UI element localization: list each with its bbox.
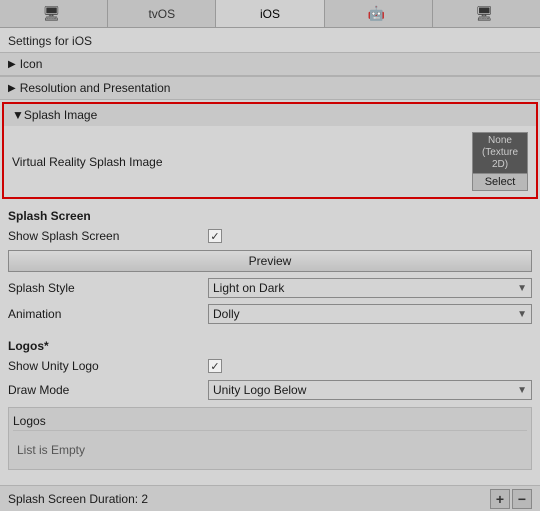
splash-style-dropdown[interactable]: Light on Dark ▼ [208, 278, 532, 298]
bottom-bar: Splash Screen Duration: 2 + − [0, 485, 540, 511]
splash-style-control: Light on Dark ▼ [208, 278, 532, 298]
preview-button[interactable]: Preview [8, 250, 532, 272]
tab-monitor[interactable]: 🖥 [0, 0, 108, 27]
logos-box: Logos List is Empty [8, 407, 532, 470]
animation-label: Animation [8, 307, 208, 321]
unity-checkmark: ✓ [210, 360, 219, 373]
icon-arrow: ▶ [8, 59, 16, 70]
section-resolution[interactable]: ▶ Resolution and Presentation [0, 76, 540, 100]
splash-style-arrow: ▼ [517, 283, 527, 294]
splash-screen-label: Splash Screen [0, 205, 540, 225]
show-unity-label: Show Unity Logo [8, 359, 208, 373]
web-icon: 🖥 [476, 5, 494, 22]
splash-image-header[interactable]: ▼ Splash Image [4, 104, 536, 126]
select-texture-button[interactable]: Select [472, 174, 528, 191]
animation-dropdown[interactable]: Dolly ▼ [208, 304, 532, 324]
draw-mode-dropdown[interactable]: Unity Logo Below ▼ [208, 380, 532, 400]
show-unity-control: ✓ [208, 359, 532, 373]
texture-none-label: None(Texture 2D) [473, 135, 527, 171]
icon-label: Icon [20, 57, 43, 71]
animation-control: Dolly ▼ [208, 304, 532, 324]
splash-style-value: Light on Dark [213, 281, 284, 295]
section-icon[interactable]: ▶ Icon [0, 52, 540, 76]
vr-splash-label: Virtual Reality Splash Image [12, 155, 163, 169]
animation-arrow: ▼ [517, 309, 527, 320]
splash-screen-section: Splash Screen Show Splash Screen ✓ Previ… [0, 201, 540, 331]
tab-android[interactable]: 🤖 [325, 0, 433, 27]
splash-image-content: Virtual Reality Splash Image None(Textur… [4, 126, 536, 197]
show-unity-checkbox[interactable]: ✓ [208, 359, 222, 373]
monitor-icon: 🖥 [43, 5, 61, 22]
tab-web[interactable]: 🖥 [433, 0, 540, 27]
splash-arrow: ▼ [12, 108, 24, 122]
resolution-label: Resolution and Presentation [20, 81, 171, 95]
animation-value: Dolly [213, 307, 240, 321]
add-button[interactable]: + [490, 489, 510, 509]
splash-image-label: Splash Image [24, 108, 97, 122]
draw-mode-label: Draw Mode [8, 383, 208, 397]
draw-mode-arrow: ▼ [517, 385, 527, 396]
show-splash-label: Show Splash Screen [8, 229, 208, 243]
show-unity-row: Show Unity Logo ✓ [0, 355, 540, 377]
checkmark: ✓ [210, 230, 219, 243]
main-content: Settings for iOS ▶ Icon ▶ Resolution and… [0, 28, 540, 511]
bottom-label: Splash Screen Duration: 2 [8, 492, 490, 506]
android-icon: 🤖 [367, 5, 384, 22]
animation-row: Animation Dolly ▼ [0, 301, 540, 327]
logos-header: Logos [13, 412, 527, 431]
draw-mode-control: Unity Logo Below ▼ [208, 380, 532, 400]
show-splash-row: Show Splash Screen ✓ [0, 225, 540, 247]
splash-style-row: Splash Style Light on Dark ▼ [0, 275, 540, 301]
logos-section-label: Logos* [0, 335, 540, 355]
splash-style-label: Splash Style [8, 281, 208, 295]
bottom-buttons: + − [490, 489, 532, 509]
texture-box: None(Texture 2D) [472, 132, 528, 174]
tab-bar: 🖥 tvOS iOS 🤖 🖥 [0, 0, 540, 28]
tab-ios-label: iOS [260, 7, 280, 21]
draw-mode-value: Unity Logo Below [213, 383, 306, 397]
tab-ios[interactable]: iOS [216, 0, 324, 27]
splash-image-section: ▼ Splash Image Virtual Reality Splash Im… [2, 102, 538, 199]
draw-mode-row: Draw Mode Unity Logo Below ▼ [0, 377, 540, 403]
list-empty-label: List is Empty [13, 435, 527, 465]
tab-tvos[interactable]: tvOS [108, 0, 216, 27]
tab-tvos-label: tvOS [148, 7, 175, 21]
texture-preview: None(Texture 2D) Select [472, 132, 528, 191]
resolution-arrow: ▶ [8, 83, 16, 94]
show-splash-control: ✓ [208, 229, 532, 243]
remove-button[interactable]: − [512, 489, 532, 509]
settings-title: Settings for iOS [0, 28, 540, 52]
show-splash-checkbox[interactable]: ✓ [208, 229, 222, 243]
logos-section: Logos* Show Unity Logo ✓ Draw Mode Unity… [0, 331, 540, 478]
